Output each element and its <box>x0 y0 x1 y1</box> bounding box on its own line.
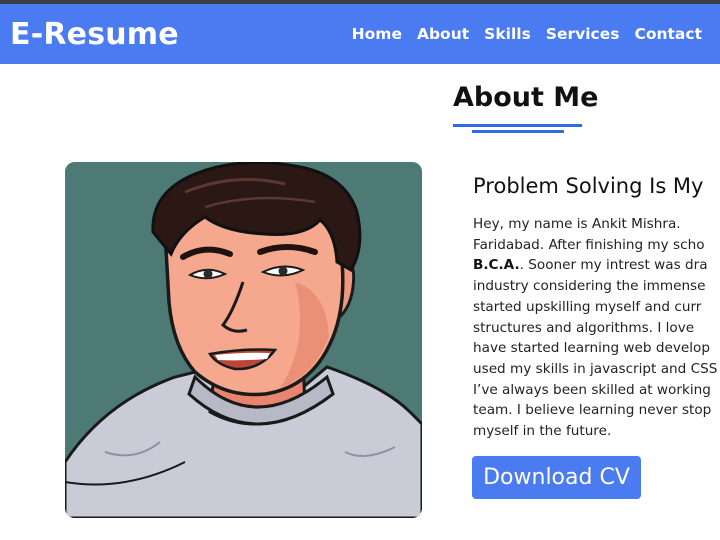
bio-line: started upskilling myself and curr <box>473 298 702 315</box>
section-title: About Me <box>453 82 599 113</box>
bio-paragraph: Hey, my name is Ankit Mishra. Faridabad.… <box>473 214 720 442</box>
bio-line: myself in the future. <box>473 423 612 440</box>
nav-link-services[interactable]: Services <box>546 25 620 43</box>
bio-line: Hey, my name is Ankit Mishra. <box>473 216 681 232</box>
bio-line: team. I believe learning never stop <box>473 402 712 419</box>
bio-line: B.C.A.. Sooner my intrest was dra <box>473 257 708 274</box>
headline: Problem Solving Is My <box>473 174 704 198</box>
bio-line: have started learning web develop <box>473 340 710 357</box>
bio-line: Faridabad. After finishing my scho <box>473 236 705 253</box>
profile-illustration <box>65 162 422 518</box>
bio-line: industry considering the immense <box>473 278 706 295</box>
title-underline-secondary <box>472 130 564 133</box>
degree-text: B.C.A. <box>473 257 520 274</box>
nav-link-home[interactable]: Home <box>352 25 402 43</box>
bio-line: structures and algorithms. I love <box>473 319 695 336</box>
nav-link-contact[interactable]: Contact <box>634 25 702 43</box>
title-underline-primary <box>453 124 582 127</box>
nav-menu: Home About Skills Services Contact <box>352 25 702 43</box>
nav-link-skills[interactable]: Skills <box>484 25 531 43</box>
navbar: E-Resume Home About Skills Services Cont… <box>0 4 720 64</box>
bio-line: used my skills in javascript and CSS <box>473 360 718 377</box>
profile-photo <box>65 162 422 518</box>
download-cv-button[interactable]: Download CV <box>472 456 641 499</box>
nav-link-about[interactable]: About <box>417 25 469 43</box>
bio-line: I’ve always been skilled at working <box>473 381 711 398</box>
brand-logo[interactable]: E-Resume <box>10 17 179 52</box>
